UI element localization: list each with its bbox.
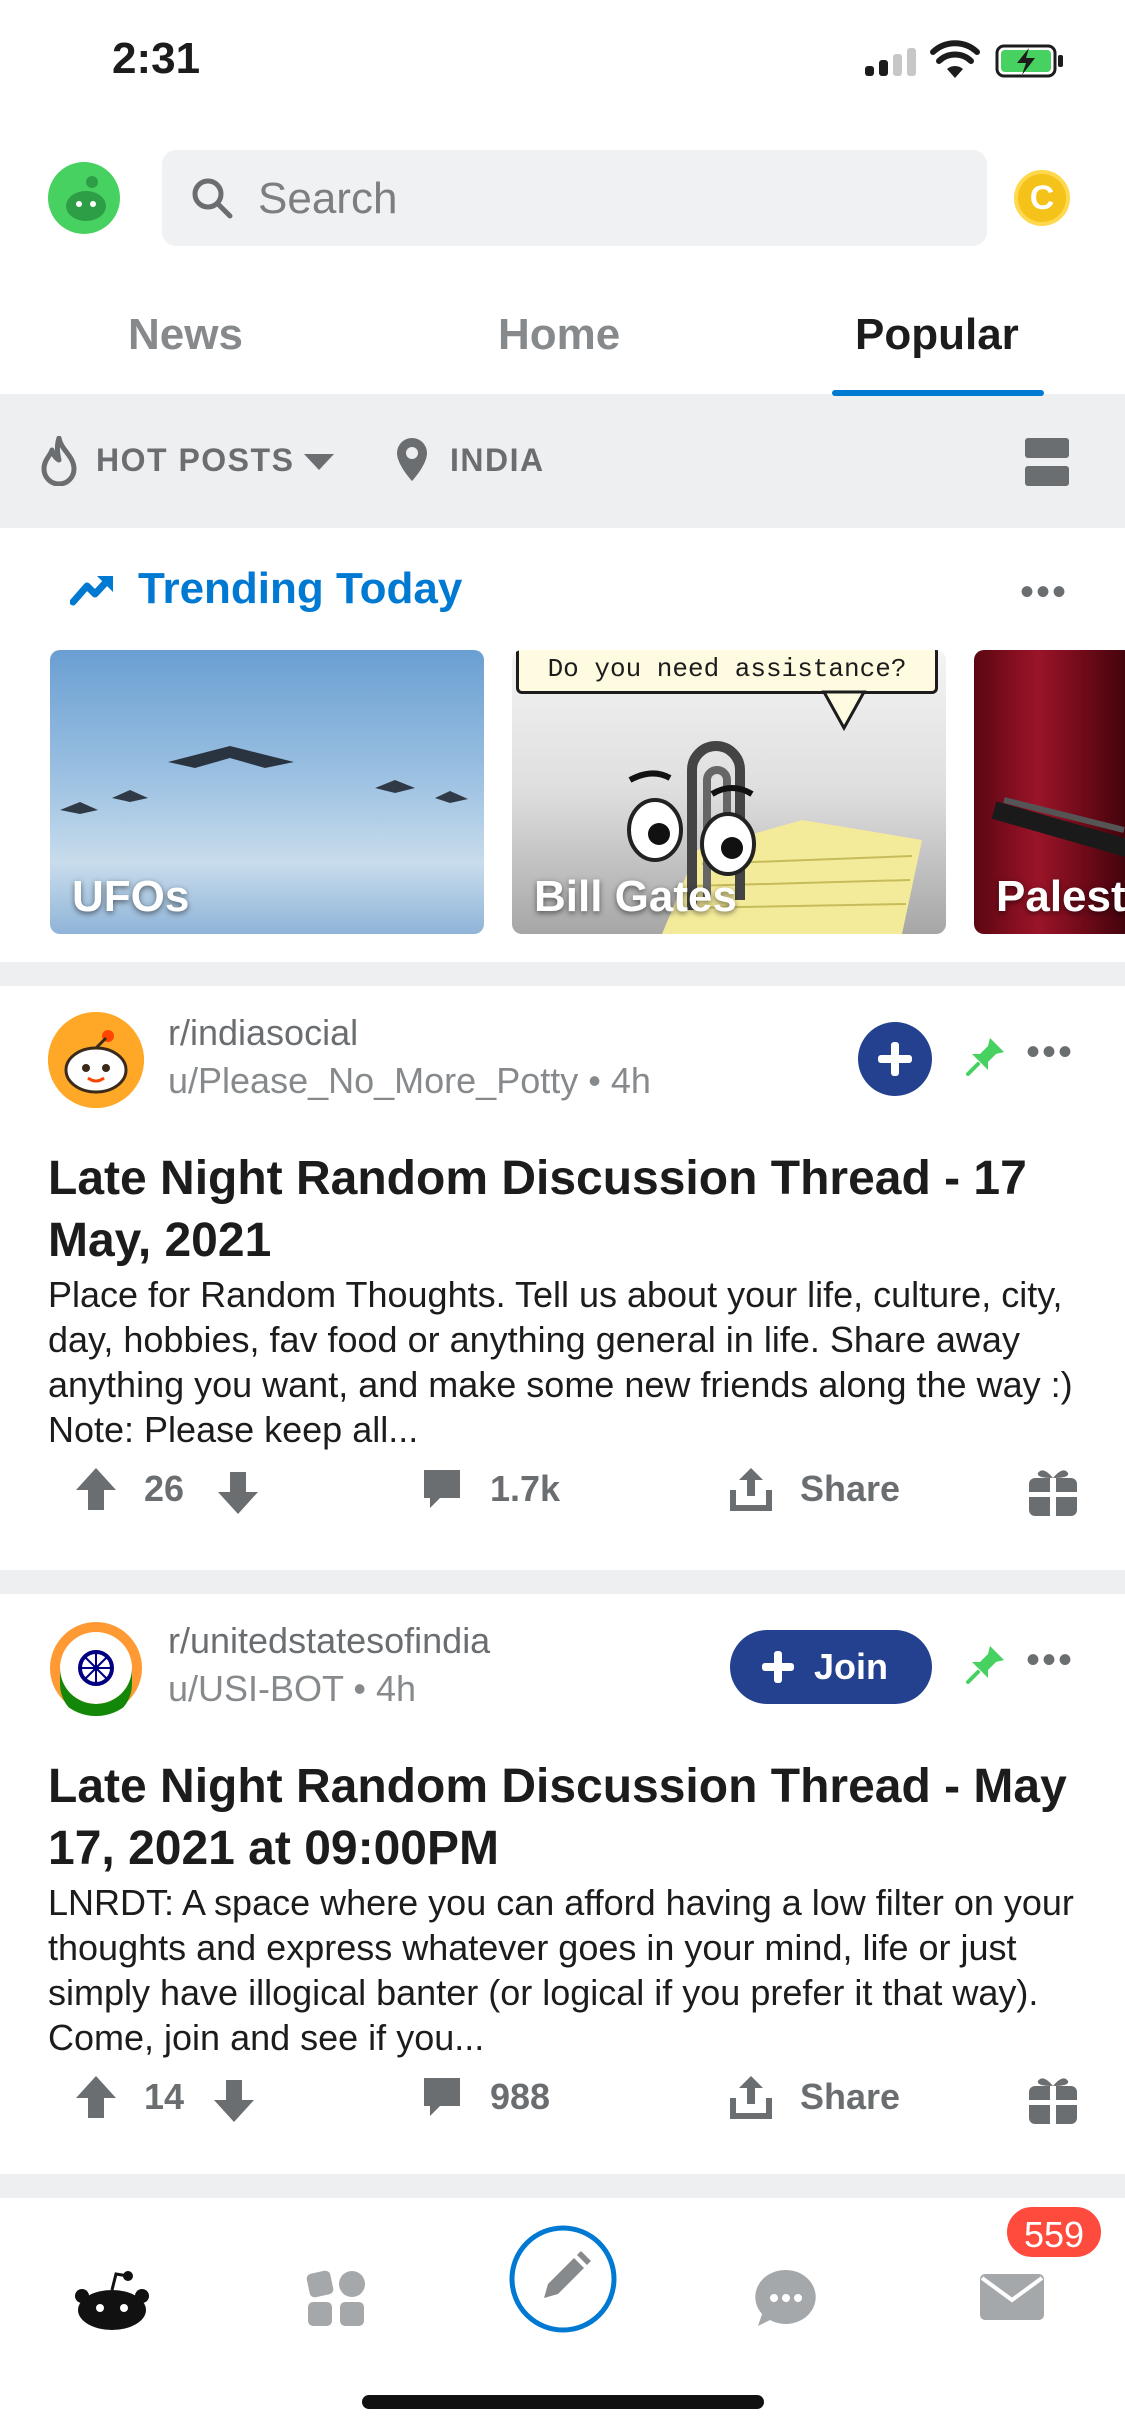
indiasocial-avatar-icon — [48, 1012, 144, 1108]
filter-bar: HOT POSTS INDIA — [0, 396, 1125, 528]
section-divider — [0, 962, 1125, 986]
comment-icon[interactable] — [420, 2074, 464, 2120]
home-snoo-icon[interactable] — [74, 2270, 150, 2332]
post-more-options-icon[interactable]: ••• — [1026, 1638, 1074, 1683]
location-filter[interactable]: INDIA — [450, 442, 545, 479]
subreddit-name[interactable]: r/indiasocial — [168, 1012, 358, 1054]
plus-icon — [878, 1042, 912, 1076]
share-label[interactable]: Share — [800, 1468, 900, 1510]
battery-charging-icon — [995, 44, 1063, 78]
caret-down-icon[interactable] — [302, 452, 336, 472]
wifi-icon — [930, 40, 980, 78]
trending-card-label: UFOs — [72, 872, 190, 921]
trending-card-label: Palest — [996, 872, 1125, 921]
unitedstatesofindia-avatar-icon — [50, 1622, 142, 1716]
sort-dropdown[interactable]: HOT POSTS — [96, 442, 294, 479]
create-post-button[interactable] — [508, 2224, 618, 2334]
vote-count: 14 — [144, 2076, 185, 2117]
post-author[interactable]: u/USI-BOT — [168, 1668, 343, 1709]
post-body[interactable]: Place for Random Thoughts. Tell us about… — [48, 1272, 1088, 1452]
section-divider — [0, 2174, 1125, 2196]
snoo-avatar-icon — [66, 176, 106, 221]
join-button[interactable]: Join — [730, 1630, 932, 1704]
pin-icon — [966, 1038, 1004, 1076]
comment-count[interactable]: 988 — [490, 2076, 550, 2118]
section-divider — [0, 1570, 1125, 1594]
trending-card-bill-gates[interactable]: Do you need assistance? Bill Gates — [512, 650, 946, 934]
award-gift-icon[interactable] — [1026, 1464, 1080, 1518]
tab-news[interactable]: News — [128, 310, 243, 360]
subreddit-avatar[interactable] — [48, 1620, 144, 1716]
trending-card-palest[interactable]: Palest — [974, 650, 1125, 934]
comment-icon[interactable] — [420, 1466, 464, 1512]
user-avatar[interactable] — [48, 162, 120, 234]
trending-card-label: Bill Gates — [534, 872, 737, 921]
communities-icon[interactable] — [306, 2268, 366, 2328]
subreddit-avatar[interactable] — [48, 1012, 144, 1108]
home-indicator — [362, 2395, 764, 2409]
search-icon — [192, 178, 233, 219]
inbox-badge: 559 — [1004, 2204, 1104, 2260]
inbox-mail-icon[interactable] — [978, 2272, 1046, 2322]
post-body[interactable]: LNRDT: A space where you can afford havi… — [48, 1880, 1088, 2060]
downvote-icon[interactable] — [216, 1470, 260, 1516]
post-title[interactable]: Late Night Random Discussion Thread - 17… — [48, 1148, 1088, 1272]
post-meta: u/Please_No_More_Potty • 4h — [168, 1060, 651, 1102]
upvote-icon[interactable] — [74, 1466, 118, 1512]
subreddit-name[interactable]: r/unitedstatesofindia — [168, 1620, 490, 1662]
meta-separator: • — [588, 1060, 611, 1101]
post-card[interactable]: r/indiasocial u/Please_No_More_Potty • 4… — [0, 986, 1125, 1570]
post-card[interactable]: r/unitedstatesofindia u/USI-BOT • 4h Joi… — [0, 1594, 1125, 2174]
upvote-icon[interactable] — [74, 2074, 118, 2120]
tab-home[interactable]: Home — [498, 310, 620, 360]
post-author[interactable]: u/Please_No_More_Potty — [168, 1060, 578, 1101]
post-actions: 26 1.7k Share — [0, 1456, 1125, 1526]
search-placeholder: Search — [258, 174, 398, 223]
share-label[interactable]: Share — [800, 2076, 900, 2118]
meta-separator: • — [353, 1668, 377, 1709]
trending-up-icon — [70, 576, 113, 606]
join-subreddit-button[interactable] — [858, 1022, 932, 1096]
downvote-icon[interactable] — [212, 2078, 256, 2124]
flame-icon — [41, 436, 77, 486]
share-icon[interactable] — [728, 2072, 774, 2120]
search-input[interactable]: Search — [162, 150, 987, 246]
share-icon[interactable] — [728, 1464, 774, 1512]
post-time: 4h — [376, 1668, 417, 1709]
trending-section: Trending Today ••• UFOs Do you need assi… — [0, 528, 1125, 960]
status-bar: 2:31 — [0, 0, 1125, 130]
trending-card-ufos[interactable]: UFOs — [50, 650, 484, 934]
trending-title: Trending Today — [138, 564, 463, 613]
post-more-options-icon[interactable]: ••• — [1026, 1030, 1074, 1075]
post-time: 4h — [610, 1060, 651, 1101]
post-meta: u/USI-BOT • 4h — [168, 1668, 416, 1710]
coin-icon[interactable]: C — [1014, 170, 1070, 226]
plus-icon — [762, 1651, 794, 1683]
chat-icon[interactable] — [754, 2268, 818, 2328]
join-label: Join — [814, 1646, 889, 1687]
post-title[interactable]: Late Night Random Discussion Thread - Ma… — [48, 1756, 1088, 1880]
feed-tabs: News Home Popular — [0, 280, 1125, 396]
status-time: 2:31 — [112, 34, 201, 83]
award-gift-icon[interactable] — [1026, 2072, 1080, 2126]
card-layout-icon[interactable] — [1025, 438, 1069, 486]
comment-count[interactable]: 1.7k — [490, 1468, 560, 1510]
location-pin-icon — [397, 438, 427, 481]
tab-popular[interactable]: Popular — [855, 310, 1019, 360]
pin-icon — [966, 1646, 1004, 1684]
post-actions: 14 988 Share — [0, 2064, 1125, 2134]
cellular-signal-icon — [865, 48, 917, 76]
more-options-icon[interactable]: ••• — [1020, 570, 1068, 615]
vote-count: 26 — [144, 1468, 185, 1509]
